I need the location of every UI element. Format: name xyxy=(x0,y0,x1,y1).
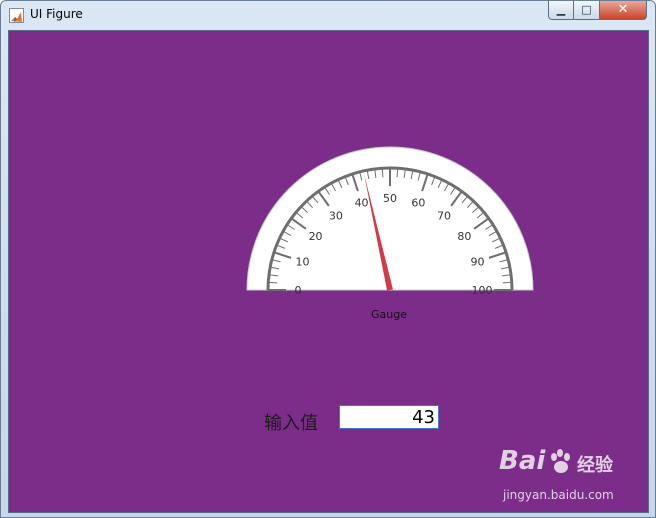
gauge-label: Gauge xyxy=(371,308,407,321)
title-bar[interactable]: UI Figure ▁ □ ✕ xyxy=(1,1,655,29)
minimize-icon: ▁ xyxy=(556,3,566,16)
gauge-tick-label: 60 xyxy=(411,197,425,210)
gauge-tick-label: 30 xyxy=(329,210,343,223)
watermark-brand: Bai xyxy=(499,446,546,476)
maximize-button[interactable]: □ xyxy=(574,1,600,20)
close-button[interactable]: ✕ xyxy=(600,1,647,20)
gauge-tick-label: 20 xyxy=(309,230,323,243)
maximize-icon: □ xyxy=(581,3,592,16)
gauge-minor-tick xyxy=(268,281,278,284)
numeric-edit-field[interactable] xyxy=(339,405,439,429)
gauge-minor-tick xyxy=(502,281,512,284)
close-icon: ✕ xyxy=(617,2,629,17)
gauge-tick-label: 40 xyxy=(355,197,369,210)
minimize-button[interactable]: ▁ xyxy=(548,1,574,20)
window-title: UI Figure xyxy=(30,7,83,21)
gauge-tick-label: 100 xyxy=(472,284,493,295)
gauge-tick-label: 70 xyxy=(437,210,451,223)
figure-canvas: 0 10 20 30 40 50 60 70 80 90 100 Gauge 输入值 Bai 经验 … xyxy=(8,30,649,513)
gauge-tick-label: 10 xyxy=(296,256,310,269)
watermark-product: 经验 xyxy=(577,455,613,476)
gauge-minor-tick xyxy=(396,168,399,178)
baidu-jingyan-watermark: Bai 经验 jingyan.baidu.com xyxy=(499,446,639,508)
gauge-minor-tick xyxy=(381,168,384,178)
ui-figure-window: UI Figure ▁ □ ✕ 0 10 20 30 40 50 60 70 80 90 100 G… xyxy=(0,0,656,518)
paw-icon xyxy=(551,449,570,473)
gauge: 0 10 20 30 40 50 60 70 80 90 100 xyxy=(246,146,534,295)
edit-field-label: 输入值 xyxy=(264,413,318,434)
gauge-tick-label: 50 xyxy=(383,192,397,205)
gauge-tick-label: 0 xyxy=(295,284,302,295)
gauge-tick-label: 90 xyxy=(470,256,484,269)
watermark-url: jingyan.baidu.com xyxy=(503,488,614,502)
matlab-app-icon xyxy=(9,8,24,23)
gauge-tick-label: 80 xyxy=(457,230,471,243)
